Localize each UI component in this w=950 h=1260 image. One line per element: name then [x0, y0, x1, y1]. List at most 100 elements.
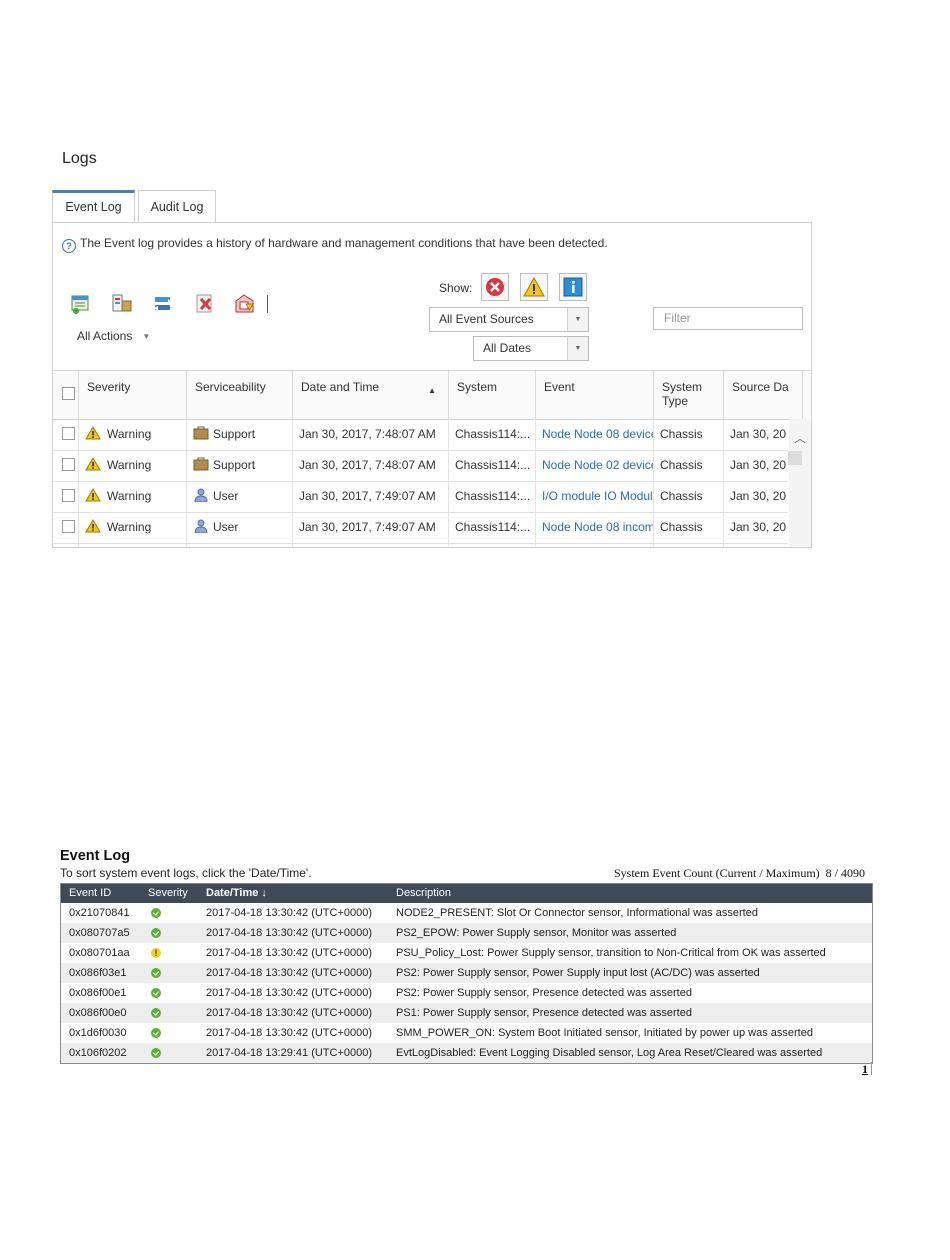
col-date-time[interactable]: Date/Time ↓ — [206, 884, 267, 903]
table-row: 0x086f03e1 2017-04-18 13:30:42 (UTC+0000)… — [61, 963, 872, 983]
table-row: 0x080707a5 2017-04-18 13:30:42 (UTC+0000)… — [61, 923, 872, 943]
severity-cell: Warning — [79, 512, 187, 543]
row-checkbox[interactable] — [62, 489, 75, 502]
col-event[interactable]: Event — [536, 371, 654, 419]
row-checkbox[interactable] — [62, 458, 75, 471]
show-info-button[interactable] — [559, 273, 587, 301]
table-row: 0x086f00e0 2017-04-18 13:30:42 (UTC+0000)… — [61, 1003, 872, 1023]
severity-cell: Warning — [79, 450, 187, 481]
event-datetime: 2017-04-18 13:29:41 (UTC+0000) — [206, 1047, 373, 1059]
severity-cell: Warning — [79, 419, 187, 450]
serviceability-cell: User — [187, 512, 293, 543]
col-event-id[interactable]: Event ID — [69, 884, 111, 903]
briefcase-icon — [193, 457, 209, 471]
user-icon — [194, 519, 208, 534]
serviceability-label: User — [213, 489, 239, 503]
source-date-cell: Jan 30, 20 — [730, 520, 787, 534]
ok-status-icon — [151, 1048, 161, 1058]
row-checkbox[interactable] — [62, 520, 75, 533]
table-row[interactable]: Warning Support Jan 30, 2017, 7:48:07 AM Ch… — [53, 419, 788, 451]
event-description: PS2_EPOW: Power Supply sensor, Monitor w… — [396, 927, 677, 939]
info-line: ? The Event log provides a history of har… — [62, 236, 608, 253]
delete-icon[interactable] — [194, 293, 216, 315]
event-description: PS2: Power Supply sensor, Presence detec… — [396, 987, 692, 999]
col-description[interactable]: Description — [396, 884, 451, 903]
row-checkbox-cell — [53, 450, 79, 481]
user-icon — [194, 488, 208, 503]
event-id: 0x106f0202 — [69, 1047, 127, 1059]
refresh-icon[interactable] — [152, 293, 174, 315]
col-source-date[interactable]: Source Da — [724, 371, 803, 419]
table-row: 0x21070841 2017-04-18 13:30:42 (UTC+0000)… — [61, 903, 872, 923]
event-log-hint: To sort system event logs, click the 'Da… — [60, 866, 312, 880]
dates-select[interactable]: All Dates ▼ — [473, 336, 589, 361]
help-icon[interactable]: ? — [62, 239, 76, 253]
table-row: 0x086f00e1 2017-04-18 13:30:42 (UTC+0000)… — [61, 983, 872, 1003]
event-datetime: 2017-04-18 13:30:42 (UTC+0000) — [206, 947, 373, 959]
select-all-checkbox-cell — [53, 371, 79, 419]
system-cell: Chassis114:... — [449, 450, 536, 481]
tab-audit-log[interactable]: Audit Log — [138, 190, 216, 223]
table-row[interactable]: Warning User Jan 30, 2017, 7:49:07 AM Chass… — [53, 481, 788, 513]
col-serviceability[interactable]: Serviceability — [187, 371, 293, 419]
event-cell[interactable]: Node Node 08 device — [536, 419, 654, 450]
event-cell[interactable]: I/O module IO Module — [536, 481, 654, 512]
event-datetime: 2017-04-18 13:30:42 (UTC+0000) — [206, 907, 373, 919]
source-date-cell: Jan 30, 20 — [730, 489, 787, 503]
grid-header: Severity Serviceability Date and Time ▲ S… — [53, 370, 811, 420]
event-count-value: 8 / 4090 — [825, 866, 865, 880]
ok-status-icon — [151, 988, 161, 998]
severity-cell: Warning — [79, 481, 187, 512]
event-cell[interactable]: Node Node 02 device — [536, 450, 654, 481]
all-actions-menu[interactable]: All Actions ▼ — [77, 329, 150, 343]
sort-ascending-icon: ▲ — [428, 386, 436, 395]
severity-label: Warning — [107, 458, 152, 472]
system-cell: Chassis114:... — [449, 481, 536, 512]
page-title: Logs — [62, 150, 97, 167]
col-severity[interactable]: Severity — [79, 371, 187, 419]
col-severity[interactable]: Severity — [148, 884, 188, 903]
dropdown-arrow-icon: ▼ — [567, 308, 588, 331]
scroll-thumb[interactable] — [788, 451, 802, 465]
event-count-label: System Event Count (Current / Maximum) — [614, 866, 820, 880]
scroll-up-icon[interactable]: ︿ — [789, 430, 811, 446]
toolbar-divider — [267, 295, 268, 313]
col-system-type[interactable]: System Type — [654, 371, 724, 419]
row-checkbox-cell — [53, 512, 79, 543]
event-sources-select[interactable]: All Event Sources ▼ — [429, 307, 589, 332]
event-id: 0x1d6f0030 — [69, 1027, 127, 1039]
event-cell[interactable]: Node Node 08 incomp — [536, 512, 654, 543]
table-row[interactable]: Warning User Jan 30, 2017, 7:49:07 AM Chass… — [53, 512, 788, 544]
page-link[interactable]: 1 — [862, 1062, 868, 1077]
show-errors-button[interactable] — [481, 273, 509, 301]
dropdown-arrow-icon: ▼ — [567, 337, 588, 360]
select-all-checkbox[interactable] — [62, 387, 75, 400]
system-type-cell: Chassis — [654, 419, 724, 450]
event-count: System Event Count (Current / Maximum) 8… — [614, 866, 865, 881]
export-icon[interactable] — [70, 293, 92, 315]
serviceability-cell: Support — [187, 419, 293, 450]
event-description: SMM_POWER_ON: System Boot Initiated sens… — [396, 1027, 813, 1039]
tab-event-log[interactable]: Event Log — [52, 190, 135, 223]
datetime-cell: Jan 30, 2017, 7:49:07 AM — [293, 512, 449, 543]
event-description: EvtLogDisabled: Event Logging Disabled s… — [396, 1047, 823, 1059]
event-description: NODE2_PRESENT: Slot Or Connector sensor,… — [396, 907, 758, 919]
event-id: 0x080701aa — [69, 947, 130, 959]
show-warnings-button[interactable] — [520, 273, 548, 301]
event-datetime: 2017-04-18 13:30:42 (UTC+0000) — [206, 1007, 373, 1019]
datetime-cell: Jan 30, 2017, 7:49:07 AM — [293, 481, 449, 512]
exclude-icon[interactable] — [234, 293, 256, 315]
event-datetime: 2017-04-18 13:30:42 (UTC+0000) — [206, 1027, 373, 1039]
service-settings-icon[interactable] — [111, 293, 133, 315]
col-date-time[interactable]: Date and Time ▲ — [293, 371, 449, 419]
row-checkbox[interactable] — [62, 427, 75, 440]
filter-input[interactable]: Filter — [653, 307, 803, 330]
warning-icon — [85, 488, 101, 502]
source-date-cell: Jan 30, 20 — [730, 458, 787, 472]
table-row[interactable]: Warning Support Jan 30, 2017, 7:48:07 AM Ch… — [53, 450, 788, 482]
serviceability-label: Support — [213, 427, 256, 441]
system-type-cell: Chassis — [654, 450, 724, 481]
system-type-cell: Chassis — [654, 512, 724, 543]
system-type-cell: Chassis — [654, 481, 724, 512]
col-system[interactable]: System — [449, 371, 536, 419]
